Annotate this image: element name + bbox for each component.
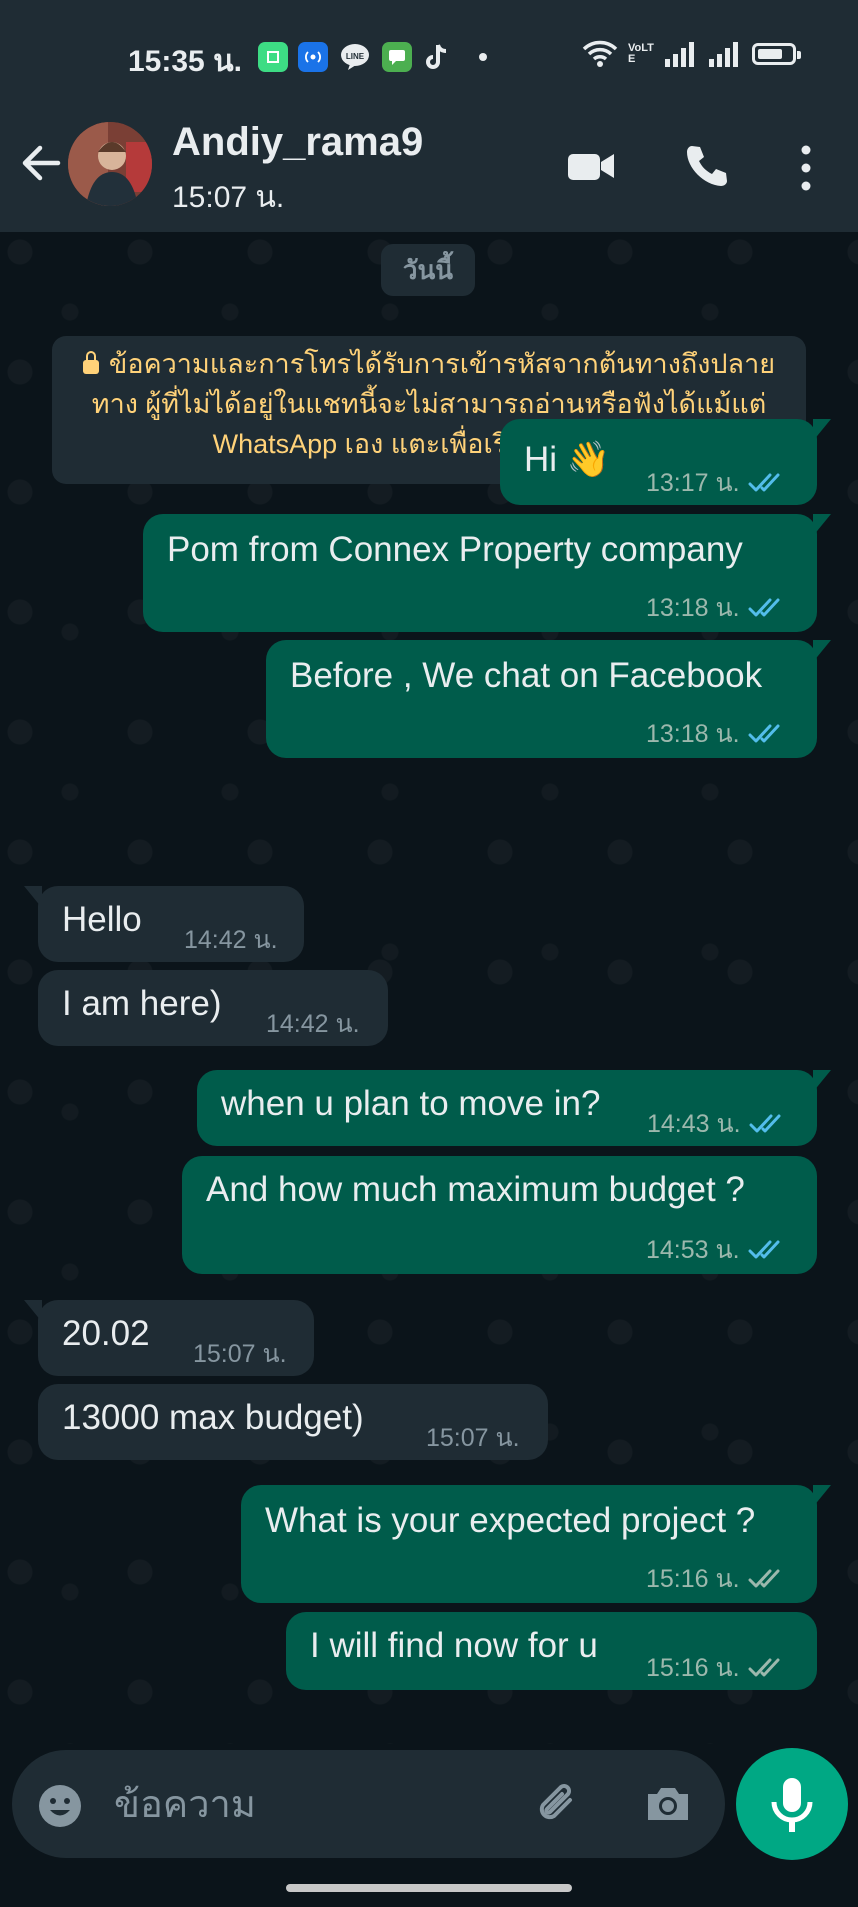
voice-call-button[interactable] (680, 140, 732, 192)
voice-message-button[interactable] (736, 1748, 848, 1860)
incoming-message[interactable]: 20.02 15:07 น. (24, 1300, 314, 1376)
signal-icon-2 (709, 42, 738, 67)
broadcast-icon (298, 42, 328, 72)
camera-button[interactable] (642, 1778, 694, 1830)
message-text: What is your expected project ? (265, 1501, 756, 1540)
outgoing-message[interactable]: Hi 👋 13:17 น. (500, 419, 831, 505)
message-text: Before , We chat on Facebook (290, 656, 763, 695)
message-meta: 13:18 น. (646, 588, 788, 628)
message-meta: 14:42 น. (266, 1004, 360, 1044)
message-text: I am here) (62, 984, 222, 1023)
read-receipt-icon (748, 1658, 780, 1677)
incoming-message[interactable]: Hello 14:42 น. (24, 886, 304, 962)
read-receipt-icon (748, 1569, 780, 1588)
tiktok-icon (422, 42, 452, 72)
message-meta: 15:16 น. (646, 1648, 788, 1688)
message-meta: 14:43 น. (647, 1104, 789, 1144)
app-notification-icon (258, 42, 288, 72)
incoming-message[interactable]: 13000 max budget) 15:07 น. (38, 1384, 548, 1460)
battery-level (758, 49, 782, 59)
message-meta: 15:07 น. (193, 1334, 287, 1374)
paperclip-icon (539, 1784, 572, 1820)
message-meta: 14:42 น. (184, 920, 278, 960)
message-time: 15:07 น. (426, 1424, 520, 1452)
outgoing-message[interactable]: What is your expected project ? 15:16 น. (241, 1485, 831, 1603)
network-label: VoLTE (628, 42, 654, 65)
outgoing-message[interactable]: Before , We chat on Facebook 13:18 น. (266, 640, 831, 758)
contact-last-seen: 15:07 น. (172, 181, 285, 214)
message-text: 13000 max budget) (62, 1398, 364, 1437)
contact-name[interactable]: Andiy_rama9 (172, 120, 423, 165)
read-receipt-icon (749, 1114, 781, 1133)
navigation-gesture-bar[interactable] (286, 1884, 572, 1892)
read-receipt-icon (748, 473, 780, 492)
message-time: 13:18 น. (646, 594, 740, 622)
attach-button[interactable] (532, 1778, 584, 1830)
outgoing-message[interactable]: when u plan to move in? 14:43 น. (197, 1070, 831, 1146)
message-time: 13:18 น. (646, 720, 740, 748)
emoji-icon (39, 1785, 81, 1827)
message-text: Hello (62, 900, 142, 939)
system-status-icons: VoLTE (582, 40, 801, 68)
read-receipt-icon (748, 724, 780, 743)
incoming-message[interactable]: I am here) 14:42 น. (38, 970, 388, 1046)
message-text: Hi 👋 (524, 440, 611, 479)
message-text: 20.02 (62, 1314, 150, 1353)
wifi-icon (582, 40, 618, 67)
message-time: 14:42 น. (266, 1010, 360, 1038)
message-time: 14:42 น. (184, 926, 278, 954)
emoji-button[interactable] (36, 1782, 84, 1830)
message-composer (12, 1750, 725, 1858)
message-time: 14:53 น. (646, 1236, 740, 1264)
battery-icon (752, 43, 801, 65)
signal-icon-1 (665, 42, 694, 67)
message-meta: 13:17 น. (646, 463, 788, 503)
message-input[interactable] (112, 1776, 416, 1834)
back-button[interactable] (18, 140, 64, 186)
message-meta: 13:18 น. (646, 714, 788, 754)
message-time: 14:43 น. (647, 1110, 741, 1138)
message-text: And how much maximum budget ? (206, 1170, 745, 1209)
arrow-left-icon (22, 145, 61, 181)
message-meta: 14:53 น. (646, 1230, 788, 1270)
camera-icon (648, 1788, 688, 1820)
video-camera-icon (568, 154, 614, 180)
message-time: 13:17 น. (646, 469, 740, 497)
chat-header: Andiy_rama9 15:07 น. (0, 100, 858, 232)
message-text: I will find now for u (310, 1626, 598, 1665)
message-meta: 15:16 น. (646, 1559, 788, 1599)
message-meta: 15:07 น. (426, 1418, 520, 1458)
message-text: when u plan to move in? (221, 1084, 601, 1123)
chat-message-list[interactable]: วันนี้ ข้อความและการโทรได้รับการเข้ารหัส… (0, 232, 858, 1744)
more-vertical-icon (801, 145, 811, 191)
phone-icon (687, 146, 727, 186)
status-bar: 15:35 น. LINE VoLTE (0, 0, 858, 100)
overflow-menu-button[interactable] (786, 140, 826, 196)
contact-avatar[interactable] (68, 122, 152, 206)
outgoing-message[interactable]: And how much maximum budget ? 14:53 น. (182, 1156, 817, 1274)
line-app-icon: LINE (340, 42, 370, 72)
lock-icon (82, 351, 99, 374)
video-call-button[interactable] (565, 140, 617, 192)
message-time: 15:07 น. (193, 1340, 287, 1368)
message-text: Pom from Connex Property company (167, 530, 743, 569)
message-time: 15:16 น. (646, 1565, 740, 1593)
message-time: 15:16 น. (646, 1654, 740, 1682)
outgoing-message[interactable]: Pom from Connex Property company 13:18 น. (143, 514, 831, 632)
outgoing-message[interactable]: I will find now for u 15:16 น. (286, 1612, 817, 1690)
status-time: 15:35 น. (128, 45, 242, 78)
svg-text:LINE: LINE (346, 52, 365, 61)
read-receipt-icon (748, 598, 780, 617)
microphone-icon (771, 1778, 813, 1832)
date-divider: วันนี้ (381, 244, 475, 296)
read-receipt-icon (748, 1240, 780, 1259)
dot-icon (468, 42, 498, 72)
messages-icon (382, 42, 412, 72)
